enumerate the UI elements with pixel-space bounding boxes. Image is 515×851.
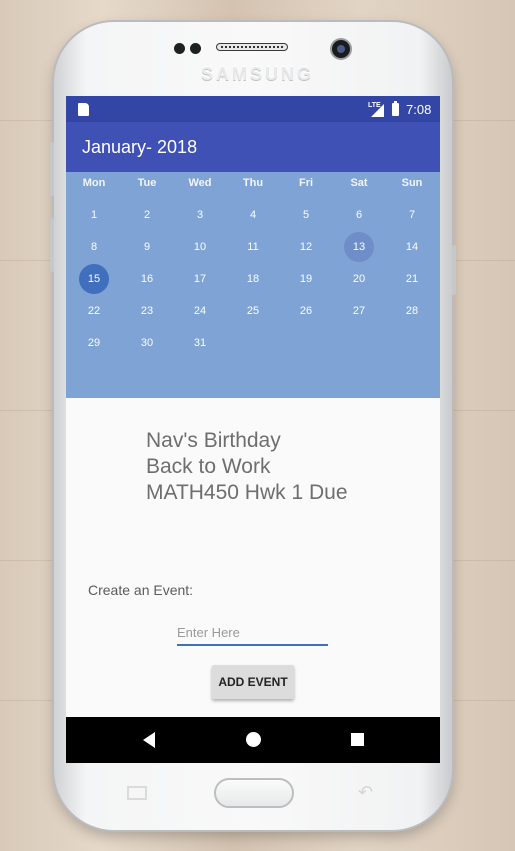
- event-list: Nav's Birthday Back to Work MATH450 Hwk 1 …: [146, 428, 348, 506]
- calendar-day[interactable]: 27: [344, 296, 374, 326]
- volume-button-lower: [50, 218, 54, 272]
- calendar-day[interactable]: 19: [291, 264, 321, 294]
- calendar-day[interactable]: 1: [79, 200, 109, 230]
- calendar-day[interactable]: 6: [344, 200, 374, 230]
- calendar-day[interactable]: 17: [185, 264, 215, 294]
- calendar-day[interactable]: 28: [397, 296, 427, 326]
- battery-icon: [392, 101, 399, 116]
- calendar-day[interactable]: 14: [397, 232, 427, 262]
- weekday-header: Wed: [188, 177, 212, 189]
- event-item: Back to Work: [146, 455, 271, 478]
- calendar-day[interactable]: 25: [238, 296, 268, 326]
- weekday-header: Tue: [137, 177, 157, 189]
- recent-apps-icon[interactable]: [351, 733, 364, 746]
- weekday-header: Fri: [298, 177, 314, 189]
- front-camera-icon: [332, 40, 350, 58]
- screen: LTE 7:08 January- 2018 Mon Tue Wed Thu Fri Sa…: [66, 96, 440, 763]
- calendar-day[interactable]: 24: [185, 296, 215, 326]
- sensor-icon: [174, 43, 185, 54]
- brand-logo: SAMSUNG: [200, 64, 314, 84]
- calendar-day[interactable]: 5: [291, 200, 321, 230]
- calendar-day[interactable]: 2: [132, 200, 162, 230]
- navigation-bar: [66, 717, 440, 763]
- calendar-day[interactable]: 9: [132, 232, 162, 262]
- calendar-day[interactable]: 21: [397, 264, 427, 294]
- event-input[interactable]: [177, 620, 328, 646]
- create-event-label: Create an Event:: [88, 582, 194, 598]
- power-button: [452, 245, 456, 295]
- home-icon[interactable]: [246, 732, 261, 747]
- calendar-day[interactable]: 8: [79, 232, 109, 262]
- hardware-home-button[interactable]: [214, 778, 294, 808]
- sd-card-icon: [78, 103, 89, 116]
- calendar-day[interactable]: 4: [238, 200, 268, 230]
- event-item: MATH450 Hwk 1 Due: [146, 481, 348, 504]
- app-bar: January- 2018: [66, 122, 440, 172]
- calendar-day[interactable]: 3: [185, 200, 215, 230]
- calendar-day[interactable]: 26: [291, 296, 321, 326]
- calendar-day[interactable]: 18: [238, 264, 268, 294]
- hardware-back-icon[interactable]: ↶: [358, 782, 373, 803]
- content-area: Nav's Birthday Back to Work MATH450 Hwk 1 …: [66, 398, 440, 717]
- status-bar: LTE 7:08: [66, 96, 440, 122]
- calendar-grid: Mon Tue Wed Thu Fri Sat Sun 1 2 3 4 5 6 7 8 9 10 11 12 13 14…: [66, 172, 440, 398]
- calendar-day[interactable]: 20: [344, 264, 374, 294]
- earpiece-speaker: [216, 43, 288, 51]
- weekday-header: Sun: [401, 177, 423, 189]
- calendar-day[interactable]: 13: [344, 232, 374, 262]
- calendar-day[interactable]: 15: [79, 264, 109, 294]
- back-icon[interactable]: [143, 732, 155, 748]
- calendar-day[interactable]: 11: [238, 232, 268, 262]
- calendar-day[interactable]: 29: [79, 328, 109, 358]
- volume-button: [50, 142, 54, 196]
- calendar-day[interactable]: 30: [132, 328, 162, 358]
- status-time: 7:08: [406, 102, 432, 117]
- add-event-button[interactable]: ADD EVENT: [212, 665, 294, 699]
- calendar-day[interactable]: 23: [132, 296, 162, 326]
- sensor-icon: [190, 43, 201, 54]
- month-title: January- 2018: [82, 137, 198, 157]
- calendar-day[interactable]: 7: [397, 200, 427, 230]
- hardware-recent-icon[interactable]: [127, 786, 147, 800]
- event-item: Nav's Birthday: [146, 429, 281, 452]
- weekday-header: Sat: [350, 177, 368, 189]
- weekday-header: Mon: [82, 177, 106, 189]
- calendar-day[interactable]: 22: [79, 296, 109, 326]
- calendar-day[interactable]: 16: [132, 264, 162, 294]
- weekday-header: Thu: [242, 177, 264, 189]
- calendar-day[interactable]: 12: [291, 232, 321, 262]
- calendar-day[interactable]: 31: [185, 328, 215, 358]
- calendar-day[interactable]: 10: [185, 232, 215, 262]
- signal-icon: [371, 104, 384, 117]
